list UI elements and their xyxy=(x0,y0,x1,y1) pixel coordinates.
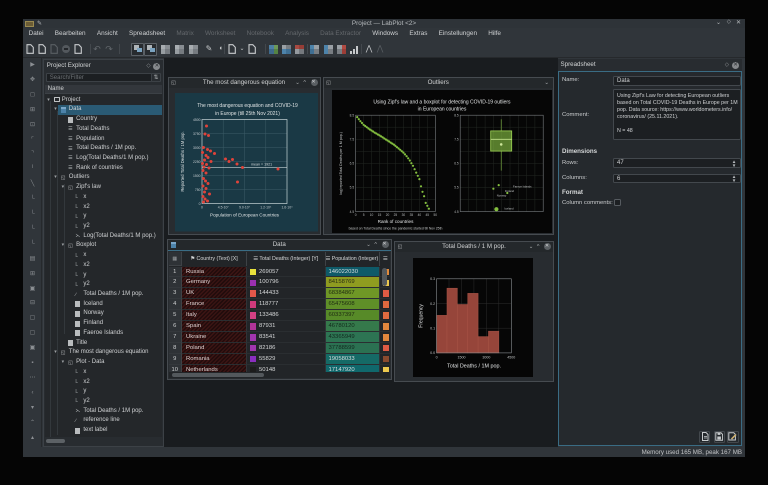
svg-text:5.5: 5.5 xyxy=(349,186,354,190)
svg-text:Reported Total Deaths / 1M pop: Reported Total Deaths / 1M pop. xyxy=(180,131,185,191)
svg-text:0.3: 0.3 xyxy=(430,277,435,281)
svg-text:0.1: 0.1 xyxy=(430,327,435,331)
svg-text:3000: 3000 xyxy=(193,146,201,150)
svg-text:8.5: 8.5 xyxy=(349,113,354,117)
svg-text:1.6·10⁸: 1.6·10⁸ xyxy=(281,206,293,210)
svg-text:7.5: 7.5 xyxy=(454,138,459,142)
svg-text:in Europe (till 25th Nov 2021): in Europe (till 25th Nov 2021) xyxy=(215,111,280,117)
svg-text:Iceland: Iceland xyxy=(504,207,513,211)
svg-text:1.2·10⁸: 1.2·10⁸ xyxy=(260,206,272,210)
svg-text:750: 750 xyxy=(195,188,201,192)
svg-text:0: 0 xyxy=(354,213,356,217)
svg-text:35: 35 xyxy=(409,213,413,217)
svg-text:6.5: 6.5 xyxy=(454,162,459,166)
svg-text:0.0: 0.0 xyxy=(430,351,435,355)
svg-text:4.5: 4.5 xyxy=(349,210,354,214)
svg-text:in European countries: in European countries xyxy=(417,107,466,113)
svg-text:1500: 1500 xyxy=(458,355,466,359)
svg-text:8.5: 8.5 xyxy=(454,113,459,117)
svg-text:mean = 1921: mean = 1921 xyxy=(251,162,272,166)
svg-text:Finland: Finland xyxy=(504,189,514,193)
svg-text:3000: 3000 xyxy=(482,355,490,359)
svg-text:9.0·10⁷: 9.0·10⁷ xyxy=(239,206,251,210)
svg-text:50: 50 xyxy=(433,213,437,217)
svg-text:The most dangerous equation an: The most dangerous equation and COVID-19 xyxy=(197,103,298,109)
svg-text:6.5: 6.5 xyxy=(349,162,354,166)
svg-text:4500: 4500 xyxy=(507,355,515,359)
svg-text:Faeroe Islands: Faeroe Islands xyxy=(513,184,532,188)
svg-text:7.5: 7.5 xyxy=(349,138,354,142)
svg-text:3750: 3750 xyxy=(193,132,201,136)
svg-text:Rank of countries: Rank of countries xyxy=(377,219,413,224)
svg-text:2250: 2250 xyxy=(193,160,201,164)
svg-text:log(reported Total Deaths per: log(reported Total Deaths per 1 M pop.) xyxy=(339,132,343,195)
svg-text:30: 30 xyxy=(401,213,405,217)
svg-text:4.5: 4.5 xyxy=(454,210,459,214)
svg-text:4.5·10⁷: 4.5·10⁷ xyxy=(218,206,230,210)
svg-text:5: 5 xyxy=(362,213,364,217)
svg-text:25: 25 xyxy=(393,213,397,217)
svg-text:Using Zipf's law and a boxplot: Using Zipf's law and a boxplot for detec… xyxy=(373,100,511,106)
svg-text:40: 40 xyxy=(417,213,421,217)
svg-text:Norway: Norway xyxy=(496,194,506,198)
svg-text:20: 20 xyxy=(385,213,389,217)
svg-text:4500: 4500 xyxy=(193,118,201,122)
svg-text:based on Total Deaths since th: based on Total Deaths since the pandemic… xyxy=(348,227,442,231)
svg-text:Frequency: Frequency xyxy=(419,304,425,328)
svg-text:10: 10 xyxy=(369,213,373,217)
svg-text:0.2: 0.2 xyxy=(430,302,435,306)
svg-text:15: 15 xyxy=(377,213,381,217)
svg-text:Population of European Countri: Population of European Countries xyxy=(210,213,280,218)
svg-text:1500: 1500 xyxy=(193,174,201,178)
svg-text:Total Deaths / 1M pop.: Total Deaths / 1M pop. xyxy=(447,363,501,369)
svg-text:0: 0 xyxy=(436,355,438,359)
svg-text:45: 45 xyxy=(425,213,429,217)
svg-text:0: 0 xyxy=(201,206,203,210)
svg-text:5.5: 5.5 xyxy=(454,186,459,190)
